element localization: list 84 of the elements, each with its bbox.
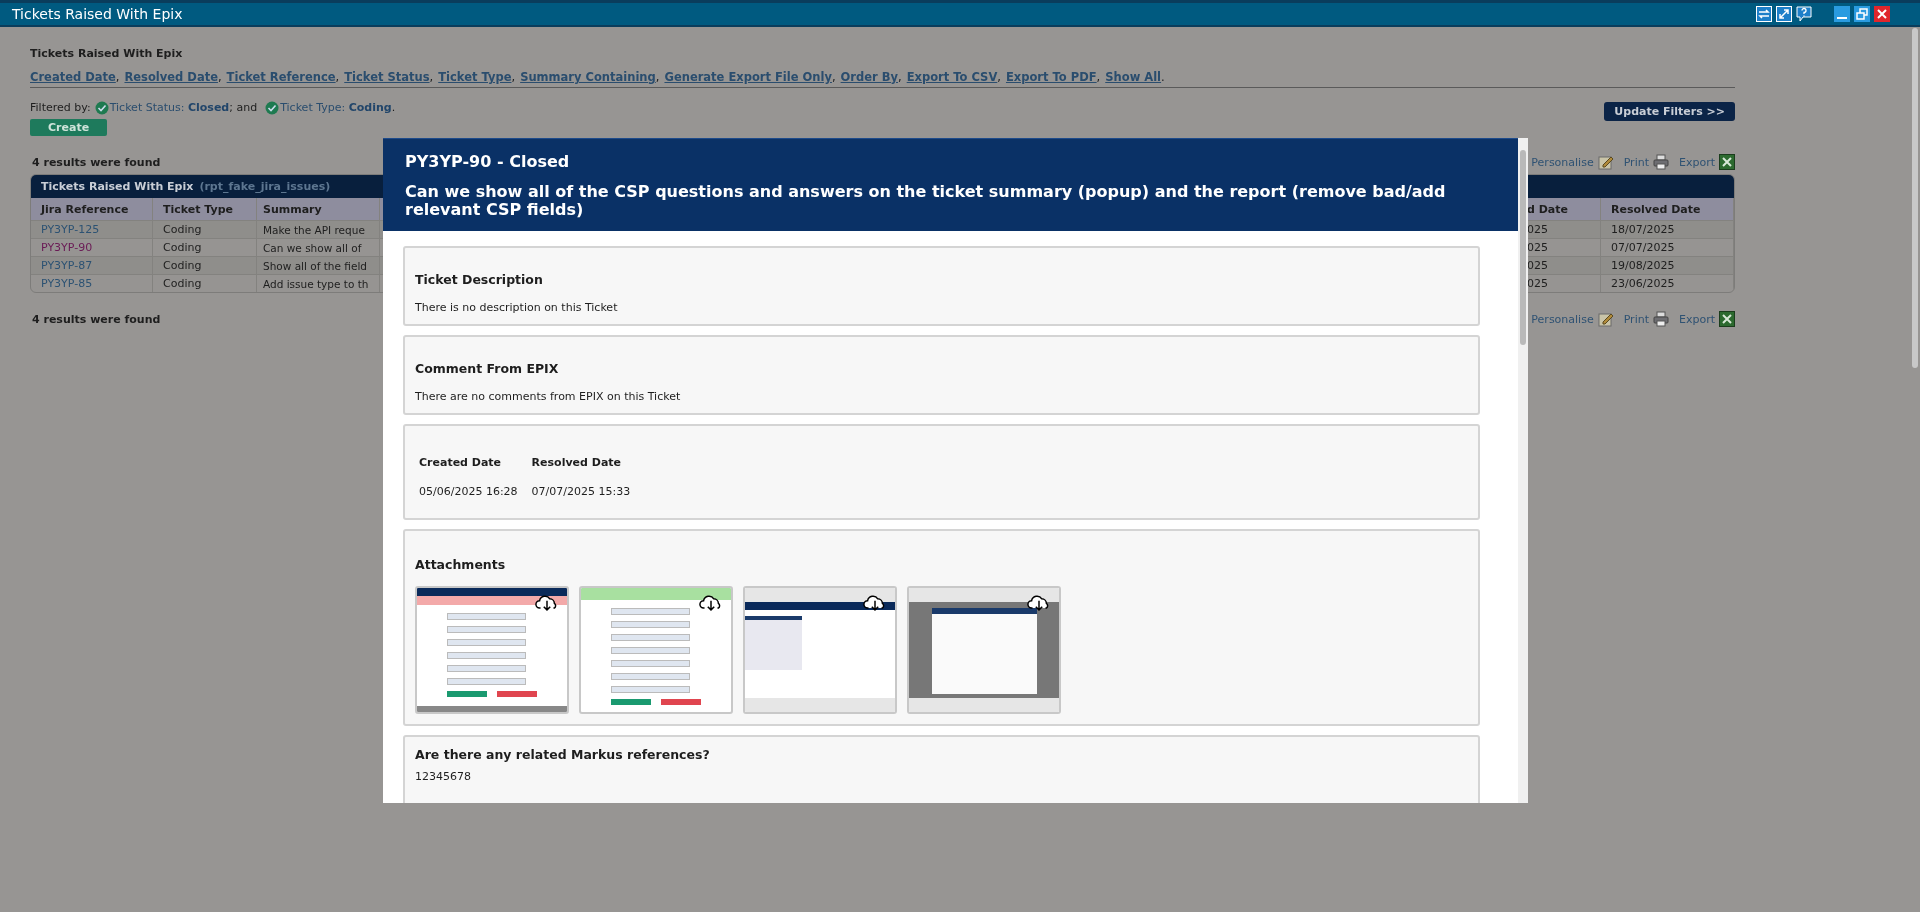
filter-link[interactable]: Ticket Status [344, 70, 430, 84]
field-value: 05/06/2025 16:28 [419, 485, 518, 498]
table-cell: Coding [153, 257, 257, 274]
table-cell: Coding [153, 221, 257, 238]
ticket-link[interactable]: PY3YP-87 [31, 257, 153, 274]
window-scrollbar[interactable] [1912, 28, 1918, 368]
separator-text: , [429, 70, 434, 84]
minimize-icon[interactable] [1834, 6, 1850, 22]
separator-text: , [1096, 70, 1101, 84]
separator-text: , [898, 70, 902, 84]
results-count: 4 results were found [32, 155, 161, 169]
close-icon[interactable] [1874, 6, 1890, 22]
separator-text: , [217, 70, 222, 84]
printer-icon[interactable] [1653, 311, 1669, 327]
check-icon [94, 100, 109, 115]
separator-text: . [391, 101, 396, 114]
section-text: There is no description on this Ticket [415, 301, 619, 314]
ticket-status-title: PY3YP-90 - Closed [405, 152, 571, 171]
help-icon[interactable] [1796, 6, 1812, 22]
separator-text: , [511, 70, 516, 84]
window-title: Tickets Raised With Epix [12, 6, 183, 22]
filtered-by-label: Filtered by: [30, 101, 91, 114]
filter-link[interactable]: Export To PDF [1005, 70, 1097, 84]
cloud-download-icon[interactable] [1027, 594, 1051, 611]
spreadsheet-icon[interactable] [1719, 154, 1735, 170]
field-label: Resolved Date [531, 456, 623, 469]
edit-note-icon[interactable] [1597, 311, 1614, 327]
filter-link[interactable]: Order By [840, 70, 898, 84]
section-heading: Are there any related Markus references? [415, 747, 711, 762]
table-cell: 19/08/2025 [1601, 257, 1734, 274]
table-title: Tickets Raised With Epix [41, 180, 194, 193]
filter-link[interactable]: Generate Export File Only [664, 70, 832, 84]
toolbar-link[interactable]: Personalise [1531, 312, 1594, 326]
filter-link[interactable]: Ticket Reference [226, 70, 336, 84]
filter-link[interactable]: Show All [1105, 70, 1162, 84]
check-icon [265, 100, 280, 115]
cloud-download-icon[interactable] [535, 594, 559, 611]
results-count: 4 results were found [32, 312, 161, 326]
section-text: 12345678 [415, 770, 472, 783]
table-cell: 18/07/2025 [1601, 221, 1734, 238]
separator-text: . [1161, 70, 1165, 84]
ticket-summary-title: Can we show all of the CSP questions and answers on the ticket summary (popup) and the report (remove bad/add relevant CSP fields) [405, 183, 1447, 219]
toolbar-link[interactable]: Export [1679, 155, 1715, 169]
separator-text: , [335, 70, 340, 84]
field-value: 07/07/2025 15:33 [531, 485, 631, 498]
toolbar-link[interactable]: Export [1679, 312, 1715, 326]
swap-icon[interactable] [1756, 6, 1772, 22]
cloud-download-icon[interactable] [699, 594, 723, 611]
separator-text: , [115, 70, 120, 84]
filter-link[interactable]: Summary Containing [520, 70, 656, 84]
restore-icon[interactable] [1854, 6, 1870, 22]
dialog-scrollbar[interactable] [1518, 138, 1528, 803]
separator-text: , [655, 70, 660, 84]
cloud-download-icon[interactable] [863, 594, 887, 611]
separator-text: , [997, 70, 1001, 84]
page-heading: Tickets Raised With Epix [30, 47, 184, 60]
section-heading: Ticket Description [415, 272, 544, 287]
ticket-link[interactable]: PY3YP-125 [31, 221, 153, 238]
table-cell: Add issue type to th [257, 275, 380, 292]
update-filters-button[interactable]: Update Filters >> [1604, 102, 1735, 121]
printer-icon[interactable] [1653, 154, 1669, 170]
table-subtitle: (rpt_fake_jira_issues) [199, 180, 331, 193]
table-cell: 23/06/2025 [1601, 275, 1734, 292]
filter-link[interactable]: Created Date [30, 70, 116, 84]
create-button[interactable]: Create [30, 119, 108, 136]
filter-link[interactable]: Ticket Type: Coding [280, 101, 392, 114]
field-label: Created Date [419, 456, 503, 469]
section-heading: Comment From EPIX [415, 361, 560, 376]
edit-note-icon[interactable] [1597, 154, 1614, 170]
table-cell: Coding [153, 275, 257, 292]
filter-link[interactable]: Export To CSV [906, 70, 998, 84]
separator-text: ; and [229, 101, 258, 114]
section-text: There are no comments from EPIX on this Ticket [415, 390, 682, 403]
table-cell: Make the API reque [257, 221, 380, 238]
table-cell: Show all of the field [257, 257, 380, 274]
section-heading: Attachments [415, 557, 507, 572]
ticket-link[interactable]: PY3YP-85 [31, 275, 153, 292]
toolbar-link[interactable]: Print [1623, 312, 1649, 326]
toolbar-link[interactable]: Print [1623, 155, 1649, 169]
expand-icon[interactable] [1776, 6, 1792, 22]
toolbar-link[interactable]: Personalise [1531, 155, 1594, 169]
filter-link[interactable]: Resolved Date [124, 70, 218, 84]
separator-text: , [831, 70, 836, 84]
spreadsheet-icon[interactable] [1719, 311, 1735, 327]
